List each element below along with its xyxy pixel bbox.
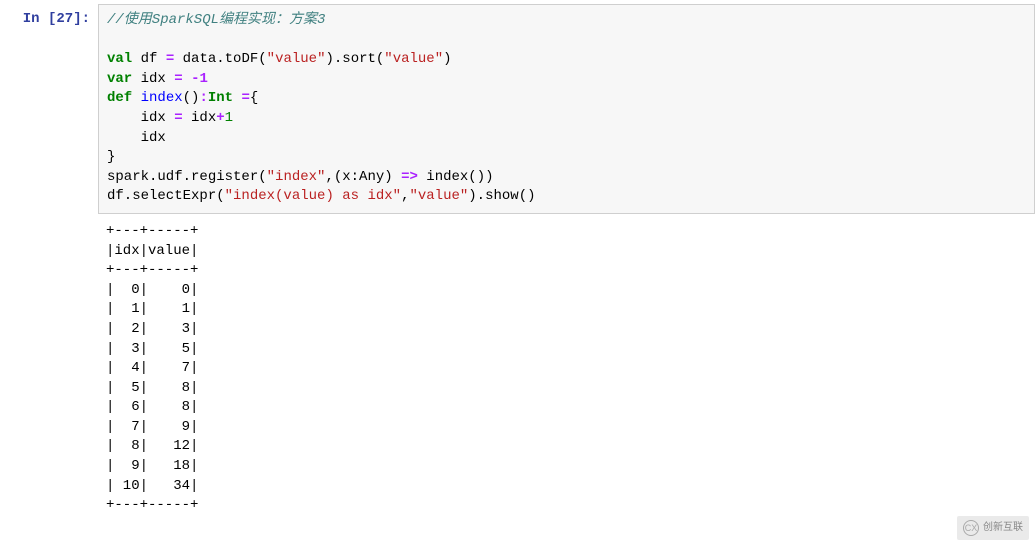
watermark-text: 创新互联 bbox=[983, 521, 1023, 535]
kw-val: val bbox=[107, 51, 132, 67]
code-text: { bbox=[250, 90, 258, 106]
indent bbox=[107, 130, 141, 146]
kw-var: var bbox=[107, 71, 132, 87]
op-eq: = bbox=[174, 110, 182, 126]
code-text: data.toDF( bbox=[174, 51, 266, 67]
op-arrow: => bbox=[401, 169, 418, 185]
fn-index: index bbox=[141, 90, 183, 106]
num-1: 1 bbox=[225, 110, 233, 126]
code-text: df.selectExpr( bbox=[107, 188, 225, 204]
colon: : bbox=[199, 90, 207, 106]
code-input[interactable]: //使用SparkSQL编程实现：方案3 val df = data.toDF(… bbox=[98, 4, 1035, 214]
code-text: () bbox=[183, 90, 200, 106]
var-df: df bbox=[141, 51, 158, 67]
type-int: Int bbox=[208, 90, 233, 106]
num-neg1: -1 bbox=[191, 71, 208, 87]
indent bbox=[107, 110, 141, 126]
kw-def: def bbox=[107, 90, 132, 106]
var-idx: idx bbox=[141, 71, 166, 87]
code-comment: //使用SparkSQL编程实现：方案3 bbox=[107, 12, 325, 28]
str-index: "index" bbox=[267, 169, 326, 185]
output-table: +---+-----+ |idx|value| +---+-----+ | 0|… bbox=[98, 218, 1035, 520]
str-expr2: "value" bbox=[409, 188, 468, 204]
code-text: idx bbox=[141, 130, 166, 146]
op-eq: = bbox=[166, 51, 174, 67]
op-plus: + bbox=[216, 110, 224, 126]
op-eq: = bbox=[241, 90, 249, 106]
code-text: index()) bbox=[418, 169, 494, 185]
watermark-icon: CX bbox=[963, 520, 979, 536]
str-value2: "value" bbox=[384, 51, 443, 67]
code-text: idx bbox=[141, 110, 175, 126]
code-text: ) bbox=[443, 51, 451, 67]
code-text: spark.udf.register( bbox=[107, 169, 267, 185]
code-text: ).sort( bbox=[325, 51, 384, 67]
op-eq: = bbox=[174, 71, 182, 87]
watermark: CX 创新互联 bbox=[957, 516, 1029, 540]
str-value1: "value" bbox=[267, 51, 326, 67]
code-text: idx bbox=[183, 110, 217, 126]
input-prompt: In [27]: bbox=[0, 4, 98, 30]
code-text: ).show() bbox=[468, 188, 535, 204]
output-prompt bbox=[0, 218, 98, 224]
str-expr1: "index(value) as idx" bbox=[225, 188, 401, 204]
code-text: ,(x:Any) bbox=[325, 169, 401, 185]
code-text: } bbox=[107, 149, 115, 165]
